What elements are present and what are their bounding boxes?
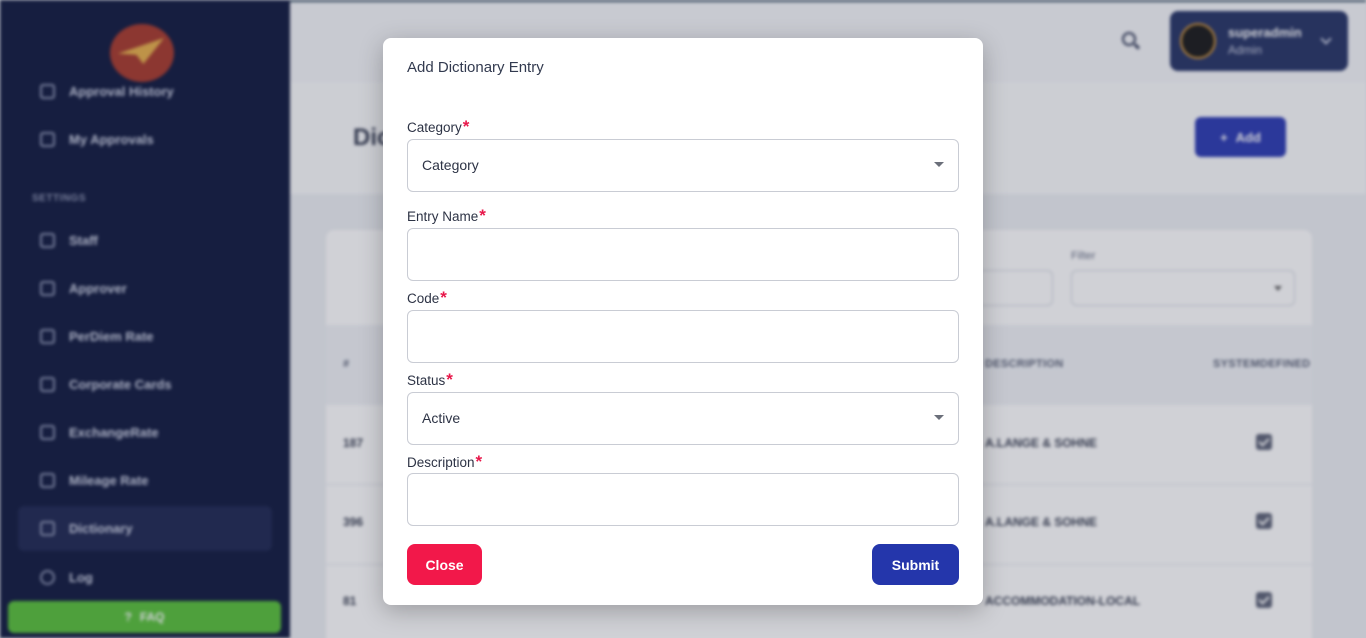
- modal-title: Add Dictionary Entry: [407, 59, 544, 76]
- category-select-value: Category: [422, 157, 479, 173]
- description-label-text: Description: [407, 455, 475, 470]
- required-mark: *: [446, 370, 453, 389]
- add-dictionary-entry-modal: Add Dictionary Entry Category* Category …: [383, 38, 983, 605]
- required-mark: *: [479, 206, 486, 225]
- description-field[interactable]: [407, 473, 959, 526]
- entry-name-field[interactable]: [407, 228, 959, 281]
- close-button[interactable]: Close: [407, 544, 482, 585]
- code-label: Code*: [407, 288, 451, 308]
- required-mark: *: [475, 452, 483, 471]
- status-label: Status*: [407, 370, 457, 390]
- submit-button[interactable]: Submit: [872, 544, 959, 585]
- code-field[interactable]: [407, 310, 959, 363]
- caret-down-icon: [934, 415, 944, 420]
- required-mark: *: [440, 288, 447, 307]
- code-input[interactable]: [408, 311, 958, 362]
- code-label-text: Code: [407, 291, 440, 306]
- category-label: Category*: [407, 117, 474, 137]
- status-label-text: Status: [407, 373, 446, 388]
- entry-name-input[interactable]: [408, 229, 958, 280]
- description-input[interactable]: [408, 474, 958, 525]
- category-label-text: Category: [407, 120, 462, 135]
- description-label: Description*: [407, 452, 487, 472]
- status-select-value: Active: [422, 410, 461, 426]
- required-mark: *: [462, 117, 470, 136]
- category-select[interactable]: Category: [407, 139, 959, 192]
- entry-name-label-text: Entry Name: [407, 209, 479, 224]
- entry-name-label: Entry Name*: [407, 206, 490, 226]
- caret-down-icon: [934, 162, 944, 167]
- status-select[interactable]: Active: [407, 392, 959, 445]
